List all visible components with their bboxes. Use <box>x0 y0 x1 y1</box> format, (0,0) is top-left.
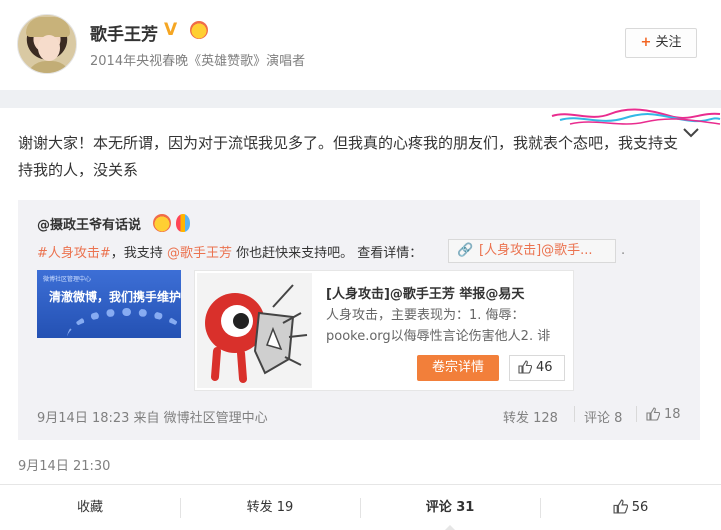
repost-box: @摄政王爷有话说 #人身攻击#，我支持 @歌手王芳 你也赶快来支持吧。 查看详情… <box>18 200 700 440</box>
repost-text: #人身攻击#，我支持 @歌手王芳 你也赶快来支持吧。 查看详情： <box>37 242 422 261</box>
balloon-icon[interactable] <box>176 214 190 232</box>
thumbs-up-icon <box>646 407 660 421</box>
repost-forward-count[interactable]: 转发 128 <box>503 407 558 426</box>
topic-link[interactable]: #人身攻击# <box>37 246 111 261</box>
card-description: 人身攻击，主要表现为：1. 侮辱：pooke.org以侮辱性言论伤害他人2. 诽 <box>326 308 551 344</box>
repost-comment-count[interactable]: 评论 8 <box>584 407 622 426</box>
detail-link[interactable]: 🔗 [人身攻击]@歌手... <box>448 239 616 263</box>
comment-button[interactable]: 评论 31 <box>360 485 540 530</box>
repost-like-count: 18 <box>664 407 681 422</box>
repost-author[interactable]: @摄政王爷有话说 <box>37 214 141 233</box>
follow-label: 关注 <box>655 35 682 50</box>
card-title[interactable]: [人身攻击]@歌手王芳 举报@易天 <box>326 283 524 302</box>
member-badge-icon[interactable] <box>190 21 208 39</box>
stat-divider <box>636 406 637 422</box>
plus-icon: + <box>640 35 652 50</box>
post-text: 谢谢大家！本无所谓，因为对于流氓我见多了。但我真的心疼我的朋友们，我就表个态吧，… <box>18 134 679 179</box>
username[interactable]: 歌手王芳 <box>90 20 158 45</box>
profile-header: 歌手王芳 V 2014年央视春晚《英雄赞歌》演唱者 + 关注 <box>0 0 721 90</box>
banner-image[interactable]: 微博社区管理中心 清澈微博，我们携手维护！ <box>37 270 181 338</box>
detail-link-text: [人身攻击]@歌手... <box>479 243 593 258</box>
mention-link[interactable]: @歌手王芳 <box>167 246 232 261</box>
case-details-button[interactable]: 卷宗详情 <box>417 355 499 381</box>
like-button[interactable]: 56 <box>540 485 721 530</box>
thumbs-up-icon <box>518 360 532 374</box>
section-divider <box>0 90 721 108</box>
report-illustration-icon <box>197 273 312 388</box>
link-icon: 🔗 <box>457 243 474 258</box>
repost-time-source[interactable]: 9月14日 18:23 来自 微博社区管理中心 <box>37 407 268 426</box>
stat-divider <box>574 406 575 422</box>
favorite-button[interactable]: 收藏 <box>0 485 180 530</box>
repost-text-a: ，我支持 <box>110 246 167 261</box>
repost-like-button[interactable]: 18 <box>646 407 681 422</box>
card-like-count: 46 <box>536 360 553 375</box>
profile-description: 2014年央视春晚《英雄赞歌》演唱者 <box>90 54 306 69</box>
banner-decoration <box>67 308 181 338</box>
action-bar: 收藏 转发 19 评论 31 56 <box>0 484 721 530</box>
avatar-face <box>38 35 60 61</box>
verified-icon[interactable]: V <box>164 20 177 40</box>
card-like-button[interactable]: 46 <box>509 355 565 381</box>
banner-title: 清澈微博，我们携手维护！ <box>49 290 181 304</box>
banner-small-text: 微博社区管理中心 <box>43 276 92 283</box>
forward-button[interactable]: 转发 19 <box>180 485 360 530</box>
follow-button[interactable]: + 关注 <box>625 28 697 58</box>
trailing-dot: . <box>621 243 626 258</box>
report-card[interactable]: [人身攻击]@歌手王芳 举报@易天 人身攻击，主要表现为：1. 侮辱：pooke… <box>194 270 574 391</box>
post-time[interactable]: 9月14日 21:30 <box>18 455 110 474</box>
chevron-down-icon[interactable] <box>682 126 700 140</box>
member-badge-icon[interactable] <box>153 214 171 232</box>
avatar-shirt <box>26 61 72 73</box>
thumbs-up-icon <box>613 499 628 514</box>
avatar-cap <box>26 17 70 37</box>
avatar[interactable] <box>17 14 77 74</box>
repost-text-b: 你也赶快来支持吧。 查看详情： <box>231 246 423 261</box>
like-count: 56 <box>631 500 649 515</box>
